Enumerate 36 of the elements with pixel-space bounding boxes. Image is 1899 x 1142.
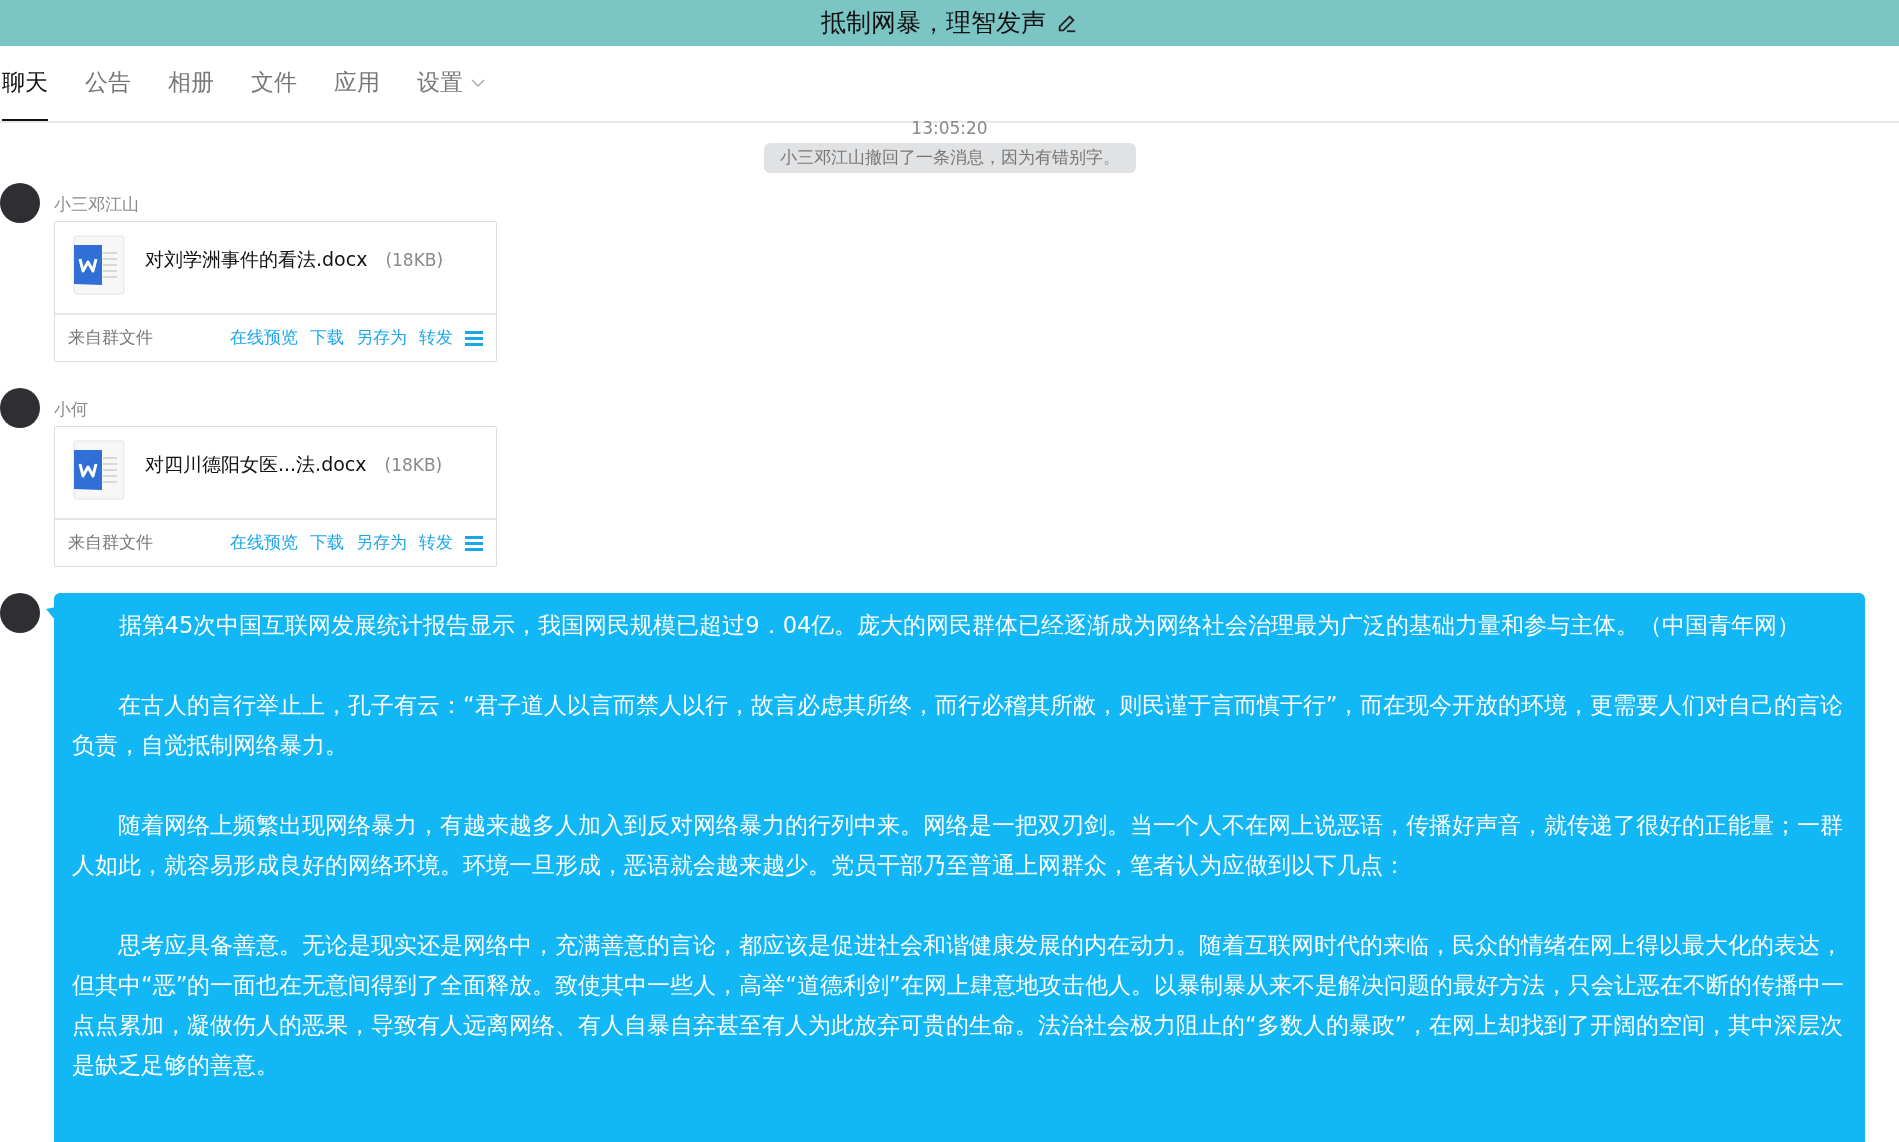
message-paragraph: 在古人的言行举止上，孔子有云：“君子道人以言而禁人以行，故言必虑其所终，而行必稽其所敝，则民谨于言而慎于行”，而在现今开放的环境，更需要人们对自己的言论负责，自觉抵制网络暴力。 [72,691,1845,760]
message-paragraph: 随着网络上频繁出现网络暴力，有越来越多人加入到反对网络暴力的行列中来。网络是一把双刃剑。当一个人不在网上说恶语，传播好声音，就传递了很好的正能量；一群人如此，就容易形成良好的网络环境。环境一旦形成，恶语就会越来越少。党员干部乃至普通上网群众，笔者认为应做到以下几点： [72,811,1844,880]
file-action-link[interactable]: 转发 [419,325,453,351]
avatar[interactable] [0,593,40,633]
avatar[interactable] [0,388,40,428]
tab[interactable]: 相册 [168,46,214,121]
avatar[interactable] [0,183,40,223]
file-source: 来自群文件 [68,326,153,350]
message-paragraph: 据第45次中国互联网发展统计报告显示，我国网民规模已超过9．04亿。庞大的网民群体已经逐渐成为网络社会治理最为广泛的基础力量和参与主体。（中国青年网） [117,611,1802,640]
tab[interactable]: 文件 [251,46,297,121]
group-title: 抵制网暴，理智发声 [821,7,1046,40]
file-action-link[interactable]: 另存为 [356,325,407,351]
file-name[interactable]: 对刘学洲事件的看法.docx [145,245,368,274]
menu-icon[interactable] [465,330,483,346]
sender-name: 小三邓江山 [54,193,140,215]
file-action-link[interactable]: 在线预览 [230,530,298,556]
file-action-link[interactable]: 在线预览 [230,325,298,351]
file-size: (18KB) [384,454,443,477]
file-action-link[interactable]: 转发 [419,530,453,556]
sender-name: 小何 [54,398,89,420]
tab[interactable]: 聊天 [2,46,48,121]
file-name[interactable]: 对四川德阳女医...法.docx [145,450,367,479]
word-document-icon [73,440,125,500]
file-size: (18KB) [385,249,444,272]
file-action-link[interactable]: 另存为 [356,530,407,556]
tab[interactable]: 公告 [85,46,131,121]
message-timestamp: 13:05:20 [911,119,988,137]
word-document-icon [73,235,125,295]
message-paragraph: 思考应具备善意。无论是现实还是网络中，充满善意的言论，都应该是促进社会和谐健康发展的内在动力。随着互联网时代的来临，民众的情绪在网上得以最大化的表达，但其中“恶”的一面也在无意间得到了全面释放。致使其中一些人，高举“道德利剑”在网上肆意地攻击他人。以暴制暴从来不是解决问题的最好方法，只会让恶在不断的传播中一点点累加，凝做伤人的恶果，导致有人远离网络、有人自暴自弃甚至有人为此放弃可贵的生命。法治社会极力阻止的“多数人的暴政”，在网上却找到了开阔的空间，其中深层次是缺乏足够的善意。 [72,931,1845,1080]
system-notice: 小三邓江山撤回了一条消息，因为有错别字。 [763,143,1136,173]
file-action-link[interactable]: 下载 [310,325,344,351]
tab[interactable]: 应用 [334,46,380,121]
menu-icon[interactable] [465,535,483,551]
tab[interactable]: 设置 [417,46,485,121]
file-action-link[interactable]: 下载 [310,530,344,556]
file-source: 来自群文件 [68,531,153,555]
